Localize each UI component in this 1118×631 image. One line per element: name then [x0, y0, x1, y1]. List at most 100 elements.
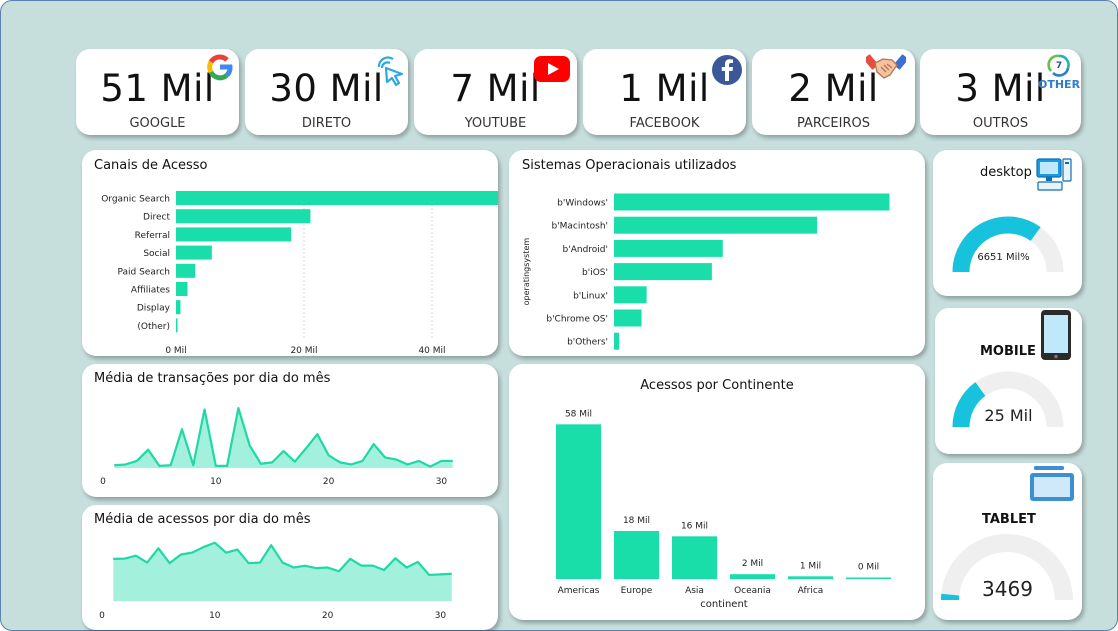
- bar: [614, 239, 723, 257]
- tick-label: 40 Mil: [418, 346, 445, 356]
- category-label: Organic Search: [101, 195, 170, 205]
- category-label: Asia: [685, 586, 704, 596]
- bar: [614, 286, 647, 304]
- area-fill: [113, 542, 452, 601]
- tick-label: 0 Mil: [165, 346, 186, 356]
- tick-label: 20: [322, 611, 334, 621]
- kpi-card-parceiros[interactable]: 2 Mil PARCEIROS: [752, 49, 915, 135]
- category-label: b'Others': [567, 338, 608, 348]
- category-label: Affiliates: [131, 286, 170, 296]
- area-fill: [114, 408, 453, 468]
- bar: [614, 309, 642, 327]
- data-label: 0 Mil: [858, 563, 879, 573]
- bar: [176, 282, 188, 296]
- category-label: Europe: [621, 586, 653, 596]
- data-label: 1 Mil: [800, 561, 821, 571]
- facebook-icon: [712, 55, 742, 85]
- gauge-fill: [952, 216, 1041, 273]
- chart-card-transacoes: Média de transações por dia do mês 0 10 20…: [82, 364, 498, 497]
- kpi-label: OUTROS: [972, 116, 1029, 131]
- bar: [176, 191, 498, 205]
- tick-label: 10: [210, 477, 222, 487]
- continentes-chart: 58 Mil Americas 18 Mil Europe 16 Mil Asia 2 Mi…: [556, 409, 891, 610]
- recycle-arrows-icon: 7: [1047, 54, 1070, 77]
- category-label: Oceania: [734, 586, 771, 596]
- category-label: Display: [137, 304, 171, 314]
- bar: [788, 576, 833, 579]
- bar: [176, 263, 196, 278]
- kpi-label: YOUTUBE: [464, 116, 527, 131]
- bar: [614, 332, 620, 350]
- bar: [614, 193, 890, 211]
- gauge-card-mobile: MOBILE 25 Mil: [935, 308, 1082, 454]
- kpi-label: DIRETO: [301, 116, 352, 131]
- sistemas-chart: b'Windows' b'Macintosh' b'Android' b'iOS' b'…: [522, 193, 890, 350]
- tick-label: 10: [209, 611, 221, 621]
- other-icon-text: OTHER: [1038, 78, 1081, 91]
- other-icon: 7 OTHER: [1038, 51, 1080, 93]
- gauge-value: 3469: [982, 577, 1033, 601]
- category-label: Social: [143, 249, 170, 259]
- gauge: [952, 371, 1064, 428]
- bar: [176, 318, 178, 333]
- bar: [556, 424, 601, 579]
- chart-card-canais: Canais de Acesso Organic Search Direct Ref…: [82, 150, 498, 356]
- data-label: 58 Mil: [565, 409, 592, 419]
- category-label: b'Linux': [573, 291, 608, 301]
- category-label: b'Macintosh': [551, 222, 608, 232]
- category-label: Direct: [143, 213, 170, 223]
- category-label: Paid Search: [117, 267, 170, 277]
- category-label: Americas: [558, 586, 600, 596]
- axis-label: continent: [700, 599, 747, 610]
- kpi-card-youtube[interactable]: 7 Mil YOUTUBE: [414, 49, 577, 135]
- kpi-card-direto[interactable]: 30 Mil DIRETO: [245, 49, 408, 135]
- gauge: [952, 216, 1064, 273]
- bar: [176, 227, 292, 242]
- other-icon-number: 7: [1056, 61, 1062, 71]
- gauge-card-tablet: TABLET 3469: [933, 463, 1082, 620]
- bar: [614, 263, 712, 281]
- category-label: b'iOS': [582, 268, 608, 278]
- category-label: b'Android': [563, 245, 608, 255]
- bar: [614, 216, 817, 234]
- kpi-label: PARCEIROS: [797, 116, 870, 131]
- tick-label: 0: [99, 611, 105, 621]
- bar: [614, 531, 659, 579]
- tick-label: 20 Mil: [290, 346, 317, 356]
- kpi-card-facebook[interactable]: 1 Mil FACEBOOK: [583, 49, 746, 135]
- kpi-card-google[interactable]: 51 Mil GOOGLE: [76, 49, 239, 135]
- kpi-label: FACEBOOK: [629, 116, 700, 131]
- bar: [672, 536, 717, 579]
- axis-label: operatingsystem: [522, 238, 531, 306]
- gauge-value: 6651 Mil%: [977, 252, 1030, 263]
- chart-card-sistemas: Sistemas Operacionais utilizados b'Windo…: [509, 150, 925, 356]
- chart-card-continentes: Acessos por Continente 58 Mil Americas 18 …: [509, 364, 925, 620]
- bar: [176, 245, 212, 260]
- kpi-card-outros[interactable]: 3 Mil OUTROS 7 OTHER: [920, 49, 1081, 135]
- acessos-dia-chart: 0 10 20 30: [99, 541, 452, 621]
- bar: [846, 577, 891, 579]
- category-label: b'Windows': [557, 199, 608, 209]
- data-label: 2 Mil: [742, 559, 763, 569]
- tick-label: 20: [323, 477, 335, 487]
- bar: [730, 574, 775, 579]
- gauge-value: 25 Mil: [984, 406, 1033, 425]
- cursor-click-icon: [377, 56, 404, 87]
- tick-label: 30: [436, 477, 448, 487]
- data-label: 18 Mil: [623, 516, 650, 526]
- transacoes-chart: 0 10 20 30: [100, 406, 453, 487]
- category-label: Africa: [798, 586, 824, 596]
- google-icon: [207, 54, 233, 81]
- category-label: (Other): [137, 322, 170, 332]
- bar: [176, 300, 181, 315]
- category-label: b'Chrome OS': [546, 315, 608, 325]
- chart-card-acessos-dia: Média de acessos por dia do mês 0 10 20 30: [82, 505, 498, 630]
- bar: [176, 209, 311, 224]
- gauge-card-desktop: desktop 6651 Mil%: [933, 150, 1082, 296]
- tick-label: 0: [100, 477, 106, 487]
- kpi-label: GOOGLE: [129, 116, 186, 131]
- youtube-icon: [534, 56, 570, 82]
- tick-label: 30: [435, 611, 447, 621]
- category-label: Referral: [135, 231, 170, 241]
- data-label: 16 Mil: [681, 521, 708, 531]
